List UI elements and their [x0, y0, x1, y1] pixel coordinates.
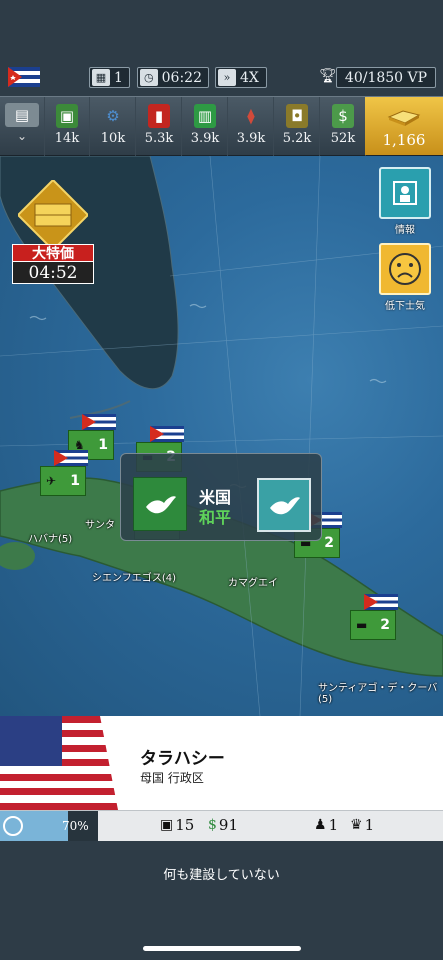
ammo-value: 3.9k: [190, 131, 220, 146]
sale-timer: 04:52: [12, 262, 94, 284]
clock-icon: ◷: [140, 69, 158, 86]
oil-barrel-icon: ◘: [286, 104, 308, 128]
info-person-icon: [393, 181, 417, 205]
trophies-value: 1: [364, 816, 375, 834]
unit-count: 2: [380, 617, 390, 633]
resource-supplies[interactable]: ▣ 14k: [45, 97, 90, 157]
calendar-icon: ▦: [92, 69, 110, 86]
peace-status-button[interactable]: [133, 477, 187, 531]
units-value: 1: [328, 816, 339, 834]
rocket-icon: ⧫: [247, 107, 255, 125]
usa-flag-icon: [0, 716, 132, 810]
cuba-flag-icon: [364, 594, 398, 610]
gear-icon: ⚙: [106, 107, 120, 125]
world-map[interactable]: 大特価 04:52 情報 低下士気 ♞1 ▬2 ✈1 ▬2: [0, 156, 443, 716]
fast-forward-icon: »: [218, 69, 236, 86]
money-icon: $: [332, 104, 354, 128]
propose-peace-button[interactable]: [257, 478, 311, 532]
chevron-down-icon: ⌄: [16, 129, 28, 143]
stat-units: ♟ 1: [314, 816, 338, 834]
research-value: 3.9k: [236, 131, 266, 146]
money-value: 52k: [330, 131, 356, 146]
fuel-value: 5.3k: [144, 131, 174, 146]
ammo-icon: ▥: [194, 104, 216, 128]
soldier-icon: ♟: [314, 817, 327, 833]
resource-industry[interactable]: ⚙ 10k: [91, 97, 136, 157]
gold-bars-icon: [387, 110, 421, 126]
diplomacy-status: 和平: [199, 508, 232, 527]
info-button[interactable]: [379, 167, 431, 219]
resource-ammo[interactable]: ▥ 3.9k: [183, 97, 228, 157]
vp-value: 40/1850 VP: [344, 69, 428, 86]
victory-points[interactable]: 40/1850 VP: [336, 67, 436, 88]
city-label-cienfuegos[interactable]: シエンフエゴス(4): [92, 569, 176, 584]
cuba-flag-icon[interactable]: [8, 67, 40, 87]
city-label-santa-clara[interactable]: サンタ: [85, 516, 115, 531]
top-bar: ▦ 1 ◷ 06:22 » 4X 🏆︎ 40/1850 VP: [0, 0, 443, 96]
money-value: 91: [218, 816, 239, 834]
gold-value: 1,166: [382, 131, 426, 149]
info-label: 情報: [395, 225, 415, 236]
cuba-flag-icon: [54, 450, 88, 466]
cuba-flag-icon: [150, 426, 184, 442]
city-label-havana[interactable]: ハバナ(5): [28, 530, 72, 545]
supply-crate-button[interactable]: ▤ ⌄: [0, 97, 45, 157]
stat-money: $ 91: [208, 816, 238, 834]
unit-count: 1: [98, 437, 108, 453]
city-subtitle: 母国 行政区: [140, 771, 204, 785]
game-clock[interactable]: ◷ 06:22: [137, 67, 209, 88]
morale-percent: 70%: [62, 819, 89, 833]
speed-button[interactable]: » 4X: [215, 67, 267, 88]
supply-value: 15: [175, 816, 195, 834]
supply-icon: ▣: [160, 817, 174, 833]
money-icon: $: [208, 817, 217, 833]
morale-label: 低下士気: [385, 301, 425, 312]
trophy-icon: ♛: [350, 817, 363, 833]
cuba-flag-icon: [82, 414, 116, 430]
unit-count: 1: [70, 473, 80, 489]
clock-value: 06:22: [161, 69, 202, 86]
sale-title: 大特価: [12, 244, 94, 262]
industry-value: 10k: [100, 131, 126, 146]
gold-sale-icon[interactable]: [18, 180, 88, 250]
gold-balance-button[interactable]: 1,166: [365, 97, 443, 155]
turn-value: 1: [114, 69, 123, 86]
dove-icon: [146, 496, 176, 514]
special-sale[interactable]: 大特価 04:52: [12, 244, 94, 284]
city-label-santiago[interactable]: サンティアゴ・デ・クーバ(5): [318, 679, 443, 705]
build-panel: 何も建設していない: [0, 841, 443, 960]
fuel-can-icon: ▮: [148, 104, 170, 128]
home-indicator[interactable]: [143, 946, 301, 951]
no-construction-text: 何も建設していない: [163, 868, 280, 883]
sad-face-icon: [389, 253, 421, 285]
supplies-icon: ▣: [56, 104, 78, 128]
resource-money[interactable]: $ 52k: [321, 97, 366, 157]
morale-button[interactable]: [379, 243, 431, 295]
city-stats-bar: 70% ▣ 15 $ 91 ♟ 1 ♛ 1: [0, 810, 443, 842]
plane-icon: ✈: [46, 474, 57, 488]
smile-icon: [3, 816, 23, 836]
resource-oil[interactable]: ◘ 5.2k: [275, 97, 320, 157]
stat-supply: ▣ 15: [160, 816, 194, 834]
turn-counter[interactable]: ▦ 1: [89, 67, 130, 88]
oil-value: 5.2k: [282, 131, 312, 146]
unit-stack[interactable]: ▬2: [350, 594, 398, 640]
dove-icon: [270, 497, 300, 515]
city-label-camaguey[interactable]: カマグエイ: [228, 574, 278, 589]
stat-trophies: ♛ 1: [350, 816, 374, 834]
resource-fuel[interactable]: ▮ 5.3k: [137, 97, 182, 157]
supply-crate-icon: ▤: [5, 103, 39, 127]
resource-research[interactable]: ⧫ 3.9k: [229, 97, 274, 157]
diplomacy-panel[interactable]: 米国 和平: [120, 453, 322, 541]
unit-count: 2: [324, 535, 334, 551]
city-name: タラハシー: [140, 749, 225, 769]
speed-value: 4X: [240, 69, 259, 86]
supplies-value: 14k: [54, 131, 80, 146]
tank-icon: ▬: [356, 618, 368, 632]
trophy-icon: 🏆︎: [319, 68, 337, 84]
city-info-panel[interactable]: タラハシー 母国 行政区: [0, 716, 443, 810]
unit-stack[interactable]: ✈ 1: [40, 450, 88, 496]
